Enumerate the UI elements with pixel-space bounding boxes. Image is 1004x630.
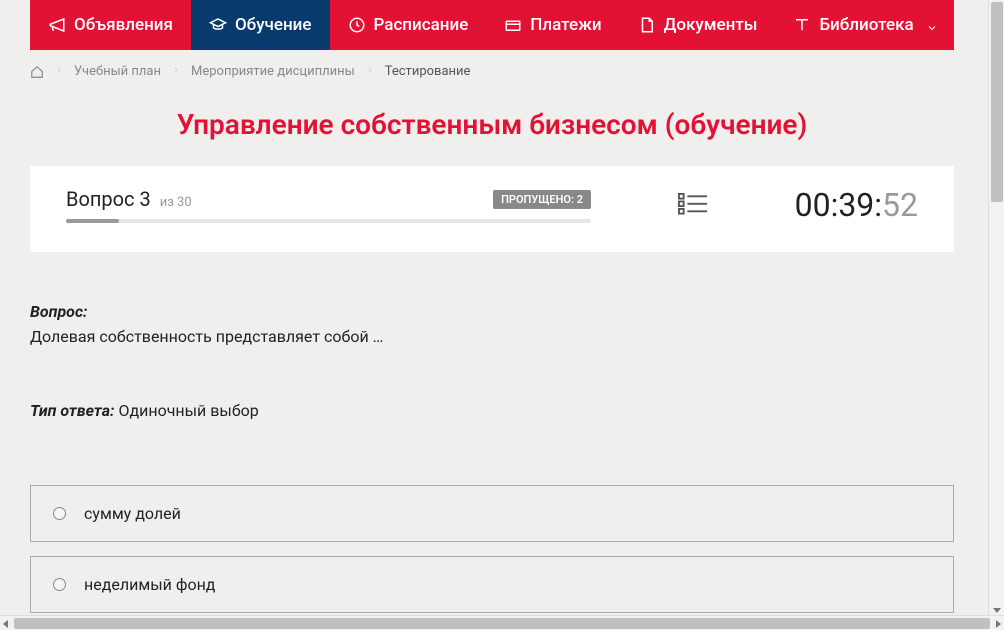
- question-number-label: Вопрос 3: [66, 187, 156, 211]
- chevron-right-icon: [54, 64, 64, 79]
- answer-type-value: Одиночный выбор: [118, 401, 258, 420]
- nav-documents[interactable]: Документы: [620, 0, 776, 50]
- library-icon: [793, 16, 811, 34]
- timer-seconds: 52: [882, 186, 918, 224]
- chevron-down-icon: [926, 19, 938, 31]
- status-panel: Вопрос 3 из 30 ПРОПУЩЕНО: 2: [30, 166, 954, 252]
- skipped-badge: ПРОПУЩЕНО: 2: [493, 190, 591, 209]
- scrollbar-thumb[interactable]: [14, 618, 990, 629]
- payment-icon: [504, 16, 522, 34]
- main-nav: Объявления Обучение Расписание Платежи: [30, 0, 954, 50]
- nav-education[interactable]: Обучение: [191, 0, 330, 50]
- breadcrumb: Учебный план Мероприятие дисциплины Тест…: [0, 50, 984, 93]
- timer-main: 00:39:: [795, 186, 882, 224]
- nav-announcements[interactable]: Объявления: [30, 0, 191, 50]
- scroll-right-arrow-icon[interactable]: [996, 620, 1001, 628]
- scroll-down-arrow-icon[interactable]: [993, 608, 1001, 613]
- vertical-scrollbar[interactable]: [988, 0, 1004, 615]
- chevron-right-icon: [171, 64, 181, 79]
- chevron-right-icon: [365, 64, 375, 79]
- timer: 00:39:52: [795, 186, 918, 224]
- answer-type-label: Тип ответа:: [30, 401, 114, 420]
- radio-input[interactable]: [53, 578, 66, 591]
- clock-icon: [348, 16, 366, 34]
- progress-bar: [66, 219, 591, 223]
- home-icon[interactable]: [30, 65, 44, 79]
- horizontal-scrollbar[interactable]: [0, 615, 1004, 630]
- scrollbar-thumb[interactable]: [991, 2, 1003, 202]
- answer-option[interactable]: неделимый фонд: [30, 556, 954, 613]
- document-icon: [638, 16, 656, 34]
- breadcrumb-study-plan[interactable]: Учебный план: [74, 64, 161, 79]
- question-list-icon[interactable]: [678, 193, 708, 217]
- progress-fill: [66, 219, 119, 223]
- question-text: Долевая собственность представляет собой…: [30, 327, 954, 346]
- breadcrumb-testing: Тестирование: [385, 64, 471, 79]
- answers-list: сумму долей неделимый фонд союз: [30, 485, 954, 615]
- nav-label: Библиотека: [819, 15, 913, 35]
- question-label: Вопрос:: [30, 302, 954, 321]
- nav-label: Расписание: [374, 15, 469, 35]
- education-icon: [209, 16, 227, 34]
- breadcrumb-discipline-event[interactable]: Мероприятие дисциплины: [191, 64, 355, 79]
- nav-payments[interactable]: Платежи: [486, 0, 619, 50]
- radio-input[interactable]: [53, 507, 66, 520]
- nav-label: Платежи: [530, 15, 601, 35]
- nav-label: Объявления: [74, 15, 173, 35]
- nav-label: Документы: [664, 15, 758, 35]
- question-total: из 30: [160, 195, 192, 210]
- page-title: Управление собственным бизнесом (обучени…: [30, 108, 954, 141]
- nav-schedule[interactable]: Расписание: [330, 0, 487, 50]
- megaphone-icon: [48, 16, 66, 34]
- scroll-left-arrow-icon[interactable]: [3, 620, 8, 628]
- nav-label: Обучение: [235, 15, 312, 35]
- nav-library[interactable]: Библиотека: [775, 0, 955, 50]
- question-body: Вопрос: Долевая собственность представля…: [30, 302, 954, 420]
- answer-text: неделимый фонд: [84, 575, 215, 594]
- answer-text: сумму долей: [84, 504, 181, 523]
- answer-option[interactable]: сумму долей: [30, 485, 954, 542]
